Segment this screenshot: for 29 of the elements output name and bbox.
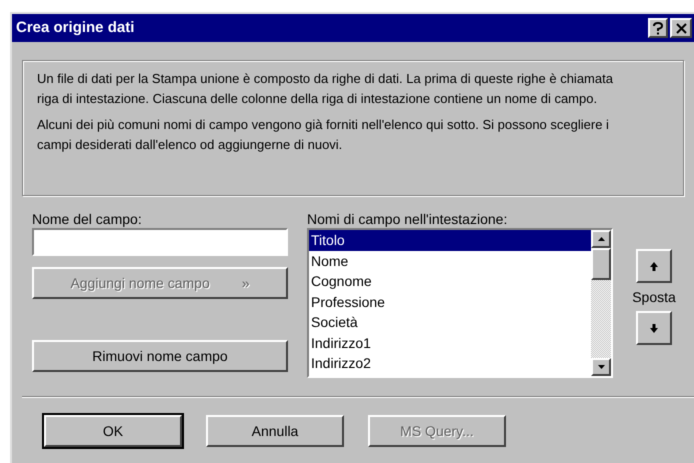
list-item[interactable]: Professione bbox=[309, 292, 591, 312]
move-up-button[interactable] bbox=[636, 249, 672, 283]
remove-field-button[interactable]: Rimuovi nome campo bbox=[32, 340, 288, 372]
close-icon bbox=[676, 22, 686, 34]
header-fields-label: Nomi di campo nell'intestazione: bbox=[307, 210, 508, 228]
scroll-thumb[interactable] bbox=[591, 248, 611, 280]
list-item[interactable]: Cognome bbox=[309, 271, 591, 292]
scroll-down-icon bbox=[598, 365, 604, 369]
list-item[interactable]: Nome bbox=[309, 250, 591, 271]
dialog-button[interactable]: OK bbox=[44, 415, 182, 447]
scroll-up-icon bbox=[598, 237, 604, 241]
dialog-button[interactable]: Annulla bbox=[206, 415, 344, 447]
move-down-button[interactable] bbox=[636, 311, 672, 345]
list-item[interactable]: Società bbox=[309, 312, 591, 332]
window-title: Crea origine dati bbox=[16, 18, 134, 38]
move-label: Sposta bbox=[632, 288, 676, 307]
scrollbar[interactable] bbox=[591, 230, 611, 376]
list-item[interactable]: Titolo bbox=[309, 230, 591, 250]
up-arrow-icon bbox=[650, 262, 658, 270]
down-arrow-icon bbox=[650, 324, 658, 332]
help-button[interactable] bbox=[648, 18, 668, 38]
close-button[interactable] bbox=[670, 18, 692, 38]
description-text: Un file di dati per la Stampa unione è composto da righe di dati. La prima di queste righe è chiamata riga di intestazione. Ciascuna delle colonne della riga di intestazione contiene un nome di campo. bbox=[37, 70, 614, 108]
help-icon bbox=[653, 22, 663, 34]
field-name-input[interactable] bbox=[32, 228, 288, 256]
field-name-label: Nome del campo: bbox=[32, 210, 143, 228]
description-text: Alcuni dei più comuni nomi di campo vengono già forniti nell'elenco qui sotto. Si possono scegliere i campi desiderati dall'elenco od aggiungerne di nuovi. bbox=[37, 116, 610, 154]
list-item[interactable]: Indirizzo1 bbox=[309, 332, 591, 353]
list-item[interactable]: Indirizzo2 bbox=[309, 353, 591, 374]
